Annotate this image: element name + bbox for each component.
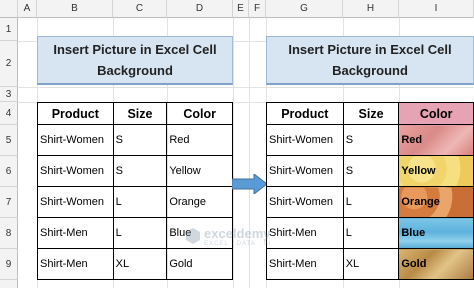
col-header-f[interactable]: F xyxy=(249,0,266,18)
color-cell-picture[interactable]: Gold xyxy=(398,248,474,280)
header-product[interactable]: Product xyxy=(266,102,344,125)
size-cell[interactable]: L xyxy=(112,217,168,249)
table-row: Shirt-Women L Orange xyxy=(37,186,233,218)
size-cell[interactable]: S xyxy=(342,124,400,156)
color-cell[interactable]: Red xyxy=(166,124,233,156)
table-row: Shirt-Women S Yellow xyxy=(37,155,233,187)
left-title[interactable]: Insert Picture in Excel Cell Background xyxy=(37,36,233,85)
size-cell[interactable]: XL xyxy=(342,248,400,280)
table-row: Shirt-Women L Orange xyxy=(266,186,474,218)
product-cell[interactable]: Shirt-Women xyxy=(37,124,114,156)
exceldemy-logo-icon xyxy=(186,228,200,244)
watermark-name: exceldemy xyxy=(204,226,271,241)
product-cell[interactable]: Shirt-Men xyxy=(37,248,114,280)
col-header-a[interactable]: A xyxy=(18,0,37,18)
product-cell[interactable]: Shirt-Women xyxy=(37,155,114,187)
size-cell[interactable]: S xyxy=(342,155,400,187)
size-cell[interactable]: L xyxy=(342,186,400,218)
row-header-4[interactable]: 4 xyxy=(0,102,18,125)
color-cell[interactable]: Orange xyxy=(166,186,233,218)
row-header-10 xyxy=(0,280,18,288)
table-header-row: Product Size Color xyxy=(37,102,233,125)
row-header-5[interactable]: 5 xyxy=(0,125,18,156)
color-cell-picture[interactable]: Red xyxy=(398,124,474,156)
row-header-2[interactable]: 2 xyxy=(0,41,18,87)
product-cell[interactable]: Shirt-Women xyxy=(266,186,344,218)
table-row: Shirt-Women S Red xyxy=(37,124,233,156)
watermark-subtitle: EXCEL · DATA · BI xyxy=(204,241,272,247)
header-color[interactable]: Color xyxy=(166,102,233,125)
row-header-3[interactable]: 3 xyxy=(0,87,18,102)
col-header-g[interactable]: G xyxy=(266,0,343,18)
table-row: Shirt-Men XL Gold xyxy=(266,248,474,280)
header-product[interactable]: Product xyxy=(37,102,114,125)
product-cell[interactable]: Shirt-Women xyxy=(266,155,344,187)
watermark: exceldemy EXCEL · DATA · BI xyxy=(186,224,296,254)
size-cell[interactable]: XL xyxy=(112,248,168,280)
size-cell[interactable]: L xyxy=(112,186,168,218)
header-color[interactable]: Color xyxy=(398,102,474,125)
right-title[interactable]: Insert Picture in Excel Cell Background xyxy=(266,36,474,85)
header-size[interactable]: Size xyxy=(112,102,168,125)
header-size[interactable]: Size xyxy=(342,102,400,125)
row-header-1[interactable]: 1 xyxy=(0,18,18,41)
col-header-b[interactable]: B xyxy=(37,0,113,18)
table-row: Shirt-Men L Blue xyxy=(266,217,474,249)
table-row: Shirt-Women S Red xyxy=(266,124,474,156)
row-header-6[interactable]: 6 xyxy=(0,156,18,187)
size-cell[interactable]: S xyxy=(112,124,168,156)
col-header-h[interactable]: H xyxy=(343,0,399,18)
product-cell[interactable]: Shirt-Men xyxy=(37,217,114,249)
row-header-9[interactable]: 9 xyxy=(0,249,18,280)
col-header-e[interactable]: E xyxy=(233,0,249,18)
right-product-table: Product Size Color Shirt-Women S Red Shi… xyxy=(266,102,474,280)
row-header-7[interactable]: 7 xyxy=(0,187,18,218)
color-cell[interactable]: Yellow xyxy=(166,155,233,187)
product-cell[interactable]: Shirt-Women xyxy=(266,124,344,156)
size-cell[interactable]: S xyxy=(112,155,168,187)
row-header-8[interactable]: 8 xyxy=(0,218,18,249)
table-row: Shirt-Women S Yellow xyxy=(266,155,474,187)
color-cell-picture[interactable]: Yellow xyxy=(398,155,474,187)
color-cell-picture[interactable]: Orange xyxy=(398,186,474,218)
right-arrow-icon xyxy=(232,174,267,194)
col-header-c[interactable]: C xyxy=(113,0,167,18)
grid-line xyxy=(18,87,474,88)
product-cell[interactable]: Shirt-Women xyxy=(37,186,114,218)
select-all-corner[interactable] xyxy=(0,0,18,18)
col-header-i[interactable]: I xyxy=(399,0,474,18)
table-header-row: Product Size Color xyxy=(266,102,474,125)
color-cell-picture[interactable]: Blue xyxy=(398,217,474,249)
size-cell[interactable]: L xyxy=(342,217,400,249)
col-header-d[interactable]: D xyxy=(167,0,233,18)
